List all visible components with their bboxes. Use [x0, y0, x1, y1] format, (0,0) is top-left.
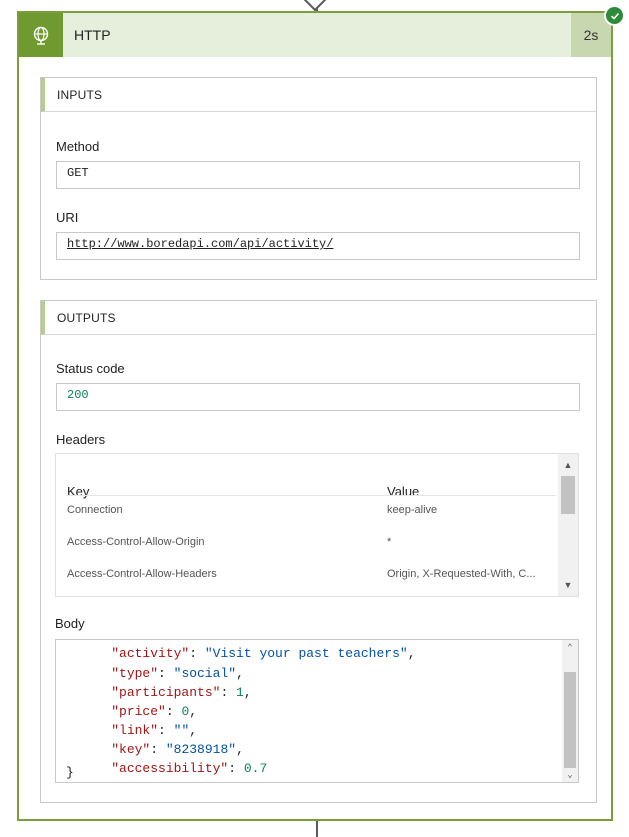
- method-field[interactable]: GET: [56, 161, 580, 189]
- body-label: Body: [55, 616, 85, 631]
- scroll-up-icon[interactable]: ⌃: [562, 643, 578, 653]
- scroll-down-icon[interactable]: ▼: [560, 580, 576, 590]
- inputs-section-header: INPUTS: [41, 78, 596, 112]
- uri-label: URI: [56, 210, 79, 225]
- outputs-section-header: OUTPUTS: [41, 301, 596, 335]
- header-value: keep-alive: [387, 504, 438, 516]
- body-closing-brace: }: [66, 765, 74, 780]
- bottom-connector: [316, 821, 318, 837]
- status-code-field[interactable]: 200: [56, 383, 580, 411]
- header-value: *: [387, 536, 392, 548]
- globe-icon: [19, 13, 63, 57]
- headers-divider: [66, 495, 556, 496]
- header-value: Origin, X-Requested-With, C...: [387, 568, 536, 580]
- body-line: "accessibility": 0.7: [111, 761, 268, 776]
- uri-field[interactable]: http://www.boredapi.com/api/activity/: [56, 232, 580, 260]
- body-scroll-thumb[interactable]: [564, 672, 576, 768]
- body-code-viewer[interactable]: "activity": "Visit your past teachers", …: [55, 639, 579, 783]
- method-label: Method: [56, 139, 100, 154]
- headers-scrollbar[interactable]: ▲ ▼: [558, 454, 578, 596]
- body-scrollbar[interactable]: ⌃ ⌄: [562, 640, 578, 782]
- card-title: HTTP: [74, 27, 111, 43]
- header-key: Access-Control-Allow-Origin: [67, 536, 205, 548]
- uri-link[interactable]: http://www.boredapi.com/api/activity/: [67, 237, 333, 251]
- header-key: Access-Control-Allow-Headers: [67, 568, 217, 580]
- headers-label: Headers: [56, 432, 106, 447]
- card-header[interactable]: HTTP 2s: [19, 13, 611, 57]
- headers-scroll-thumb[interactable]: [561, 476, 575, 514]
- success-check-icon: [604, 5, 625, 26]
- headers-table[interactable]: Key Value Connection keep-alive Access-C…: [55, 453, 579, 597]
- outputs-section-title: OUTPUTS: [57, 311, 116, 325]
- scroll-down-icon[interactable]: ⌄: [562, 770, 578, 780]
- inputs-section-title: INPUTS: [57, 88, 103, 102]
- headers-key-column: Key: [67, 484, 90, 499]
- flow-arrow-icon: [303, 0, 327, 12]
- scroll-up-icon[interactable]: ▲: [560, 460, 576, 470]
- header-key: Connection: [67, 504, 123, 516]
- headers-value-column: Value: [387, 484, 420, 499]
- status-code-label: Status code: [56, 361, 125, 376]
- status-code-value: 200: [67, 388, 89, 402]
